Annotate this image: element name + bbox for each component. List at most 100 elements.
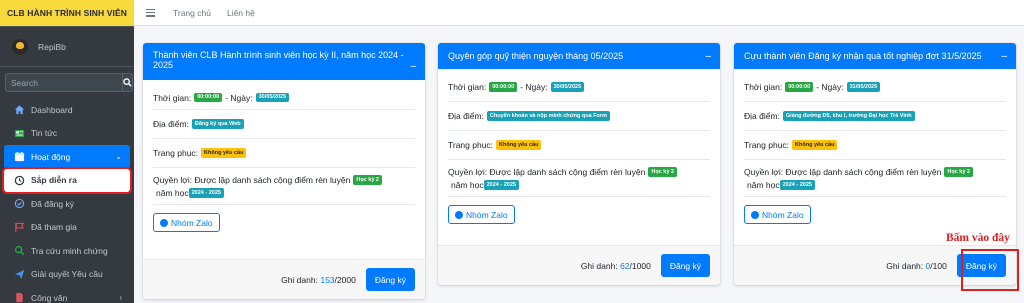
place-badge: Giảng đường D5, khu I, trường Đại học Tr… <box>782 111 915 121</box>
sidebar-item-requests[interactable]: Giải quyết Yêu cầu <box>4 263 130 287</box>
benefit-label: Quyền lợi: Được lập danh sách cộng điểm … <box>153 175 351 185</box>
sidebar-item-label: Đã đăng ký <box>31 198 74 209</box>
dress-label: Trang phục: <box>448 140 494 150</box>
sidebar-item-label: Hoạt động <box>31 151 71 162</box>
time-row: Thời gian: 00:00:00 - Ngày: 30/05/2025 <box>448 73 710 102</box>
sidebar-item-label: Giải quyết Yêu cầu <box>31 269 103 280</box>
date-label: - Ngày: <box>225 92 253 103</box>
sidebar-item-label: Tin tức <box>31 128 58 139</box>
activity-card: Quyên góp quỹ thiện nguyện tháng 05/2025… <box>438 43 720 285</box>
time-label: Thời gian: <box>153 92 192 103</box>
card-footer: Ghi danh: 62/1000 Đăng ký <box>438 245 720 285</box>
search-icon <box>14 245 25 256</box>
sidebar-item-registered[interactable]: Đã đăng ký <box>4 192 130 216</box>
zalo-group-button[interactable]: Nhóm Zalo <box>744 205 811 224</box>
brand-logo-text[interactable]: CLB HÀNH TRÌNH SINH VIÊN <box>0 0 134 27</box>
nav-link-home[interactable]: Trang chủ <box>173 8 211 18</box>
dress-row: Trang phục: Không yêu cầu <box>153 139 415 168</box>
capacity-number: /2000 <box>334 274 356 285</box>
card-body: Thời gian: 00:00:00 - Ngày: 31/05/2025 Đ… <box>734 73 1016 232</box>
user-panel[interactable]: RepiBb <box>0 27 134 67</box>
year-badge: 2024 - 2025 <box>779 180 815 190</box>
sidebar-item-joined[interactable]: Đã tham gia <box>4 216 130 240</box>
sidebar-item-activities[interactable]: Hoạt động ⌄ <box>4 145 130 169</box>
benefit-label: Quyền lợi: Được lập danh sách cộng điểm … <box>744 167 942 177</box>
dress-badge: Không yêu cầu <box>792 140 838 150</box>
user-name[interactable]: RepiBb <box>38 42 66 52</box>
card-body: Thời gian: 00:00:00 - Ngày: 30/05/2025 Đ… <box>438 73 720 232</box>
sidebar-item-label: Tra cứu minh chứng <box>31 245 108 256</box>
zalo-group-button[interactable]: Nhóm Zalo <box>153 213 220 232</box>
nav-link-contact[interactable]: Liên hệ <box>227 8 255 18</box>
card-title: Cựu thành viên Đăng ký nhận quà tốt nghi… <box>744 51 982 61</box>
enrolled-label: Ghi danh: <box>580 260 618 271</box>
card-title: Thành viên CLB Hành trình sinh viên học … <box>153 50 404 70</box>
register-button[interactable]: Đăng ký <box>660 254 710 277</box>
date-badge: 31/05/2025 <box>846 82 881 92</box>
time-badge: 00:00:00 <box>489 82 518 92</box>
time-row: Thời gian: 00:00:00 - Ngày: 30/05/2025 <box>153 86 415 110</box>
dress-label: Trang phục: <box>744 140 790 150</box>
enrolled-count: Ghi danh: 0/100 <box>886 261 947 271</box>
benefit-row: Quyền lợi: Được lập danh sách cộng điểm … <box>448 160 710 197</box>
search-icon <box>123 78 132 87</box>
collapse-icon[interactable]: – <box>1001 51 1007 62</box>
messenger-icon <box>455 210 463 219</box>
enrolled-label: Ghi danh: <box>281 274 318 285</box>
sidebar-item-label: Đã tham gia <box>31 222 77 233</box>
place-label: Địa điểm: <box>744 111 780 121</box>
semester-badge: Học kỳ 2 <box>648 167 677 177</box>
sidebar-item-news[interactable]: Tin tức <box>4 122 130 146</box>
card-header: Cựu thành viên Đăng ký nhận quà tốt nghi… <box>734 43 1016 69</box>
sidebar-nav: Dashboard Tin tức Hoạt động ⌄ Sắp diễn r… <box>0 98 134 303</box>
enrolled-number: 62 <box>620 260 630 271</box>
search-input[interactable] <box>5 73 122 92</box>
calendar-icon <box>14 151 25 162</box>
place-label: Địa điểm: <box>448 111 484 121</box>
menu-toggle-icon[interactable] <box>146 8 155 17</box>
zalo-label: Nhóm Zalo <box>762 209 804 220</box>
register-button[interactable]: Đăng ký <box>365 268 415 291</box>
sidebar-item-upcoming[interactable]: Sắp diễn ra <box>2 166 132 194</box>
dress-badge: Không yêu cầu <box>496 140 542 150</box>
semester-badge: Học kỳ 2 <box>944 167 973 177</box>
card-footer: Ghi danh: 153/2000 Đăng ký <box>143 259 425 299</box>
search-button[interactable] <box>122 73 133 92</box>
place-badge: Chuyển khoản và nộp minh chứng qua Form <box>486 111 610 121</box>
chevron-down-icon: ⌄ <box>115 152 122 162</box>
clock-icon <box>14 175 25 186</box>
enrolled-number: 153 <box>320 274 335 285</box>
place-row: Địa điểm: Đăng ký qua Web <box>153 110 415 139</box>
sidebar-item-label: Dashboard <box>31 104 73 115</box>
card-title: Quyên góp quỹ thiện nguyện tháng 05/2025 <box>448 51 624 61</box>
collapse-icon[interactable]: – <box>705 51 711 62</box>
home-icon <box>14 104 25 115</box>
date-label: - Ngày: <box>816 82 844 92</box>
time-row: Thời gian: 00:00:00 - Ngày: 31/05/2025 <box>744 73 1006 102</box>
place-row: Địa điểm: Chuyển khoản và nộp minh chứng… <box>448 102 710 131</box>
register-highlight-box <box>961 249 1019 291</box>
sidebar-item-documents[interactable]: Công văn ‹ <box>4 286 130 303</box>
zalo-label: Nhóm Zalo <box>466 209 508 220</box>
card-header: Quyên góp quỹ thiện nguyện tháng 05/2025… <box>438 43 720 69</box>
click-here-annotation: Bấm vào đây <box>946 232 1010 244</box>
date-label: - Ngày: <box>520 82 548 92</box>
messenger-icon <box>160 218 168 227</box>
year-label: năm học <box>747 180 780 190</box>
check-circle-icon <box>14 198 25 209</box>
avatar[interactable] <box>12 38 28 55</box>
sidebar-item-label: Công văn <box>31 292 68 303</box>
document-icon <box>14 292 25 303</box>
benefit-label: Quyền lợi: Được lập danh sách cộng điểm … <box>448 167 646 177</box>
date-badge: 30/05/2025 <box>550 82 585 92</box>
semester-badge: Học kỳ 2 <box>353 175 382 185</box>
chevron-left-icon: ‹ <box>119 293 122 303</box>
sidebar-item-dashboard[interactable]: Dashboard <box>4 98 130 122</box>
sidebar-item-evidence-lookup[interactable]: Tra cứu minh chứng <box>4 239 130 263</box>
zalo-group-button[interactable]: Nhóm Zalo <box>448 205 515 224</box>
sidebar-item-label: Sắp diễn ra <box>31 175 77 186</box>
capacity-number: /1000 <box>629 260 651 271</box>
newspaper-icon <box>14 128 25 139</box>
collapse-icon[interactable]: – <box>410 61 416 72</box>
place-badge: Đăng ký qua Web <box>191 119 244 129</box>
